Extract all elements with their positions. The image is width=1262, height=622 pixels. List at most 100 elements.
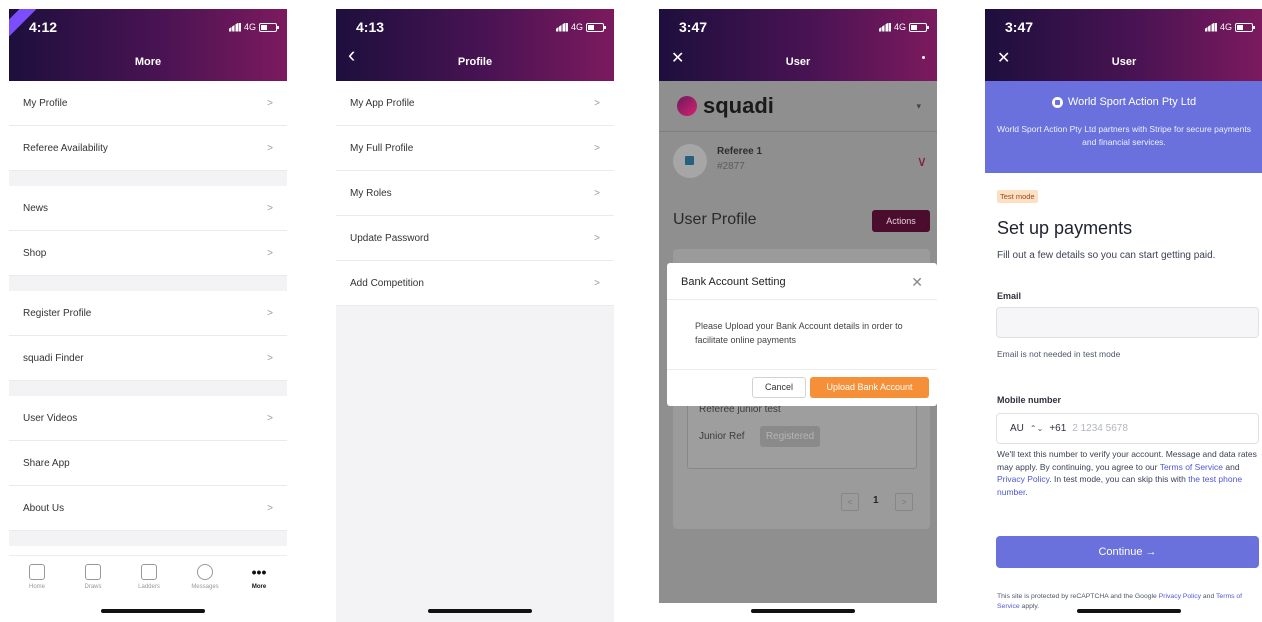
continue-button[interactable]: Continue →: [996, 536, 1259, 568]
setup-subheading: Fill out a few details so you can start …: [997, 250, 1216, 261]
email-field[interactable]: [996, 307, 1259, 338]
home-indicator: [1077, 609, 1181, 613]
section-divider: [9, 276, 287, 291]
mobile-number-field[interactable]: AU ⌃⌄ +61 2 1234 5678: [996, 413, 1259, 444]
notice-text: and: [1223, 461, 1240, 472]
bank-account-modal: Bank Account Setting ✕ Please Upload you…: [667, 263, 937, 406]
chevron-right-icon: >: [594, 277, 600, 289]
status-time: 3:47: [1005, 19, 1034, 35]
menu-item-label: squadi Finder: [23, 352, 84, 364]
menu-item-label: Update Password: [350, 232, 429, 244]
tab-draws[interactable]: Draws: [65, 564, 121, 590]
menu-item-my-profile[interactable]: My Profile >: [9, 81, 287, 126]
tab-home[interactable]: Home: [9, 564, 65, 590]
tab-label: More: [251, 584, 267, 590]
network-label: 4G: [570, 22, 583, 32]
menu-item-label: My Full Profile: [350, 142, 414, 154]
terms-link[interactable]: Terms of Service: [1160, 462, 1223, 472]
menu-item-squadi-finder[interactable]: squadi Finder >: [9, 336, 287, 381]
menu-item-update-password[interactable]: Update Password >: [336, 216, 614, 261]
squadi-logo: squadi: [677, 93, 774, 119]
avatar: [673, 144, 707, 178]
status-time: 4:13: [356, 19, 385, 35]
menu-item-my-full-profile[interactable]: My Full Profile >: [336, 126, 614, 171]
actions-button[interactable]: Actions: [872, 210, 930, 232]
menu-item-register-profile[interactable]: Register Profile >: [9, 291, 287, 336]
menu-item-share-app[interactable]: Share App: [9, 441, 287, 486]
network-label: 4G: [243, 22, 256, 32]
divider: [667, 369, 937, 370]
tab-more[interactable]: ••• More: [231, 564, 287, 590]
status-indicators: 4G: [555, 22, 606, 32]
notice-text: .: [1025, 486, 1028, 497]
business-name-text: World Sport Action Pty Ltd: [1067, 96, 1197, 108]
menu-item-label: Register Profile: [23, 307, 92, 319]
menu-item-label: Shop: [23, 247, 47, 259]
close-icon[interactable]: ✕: [911, 275, 923, 289]
test-mode-badge: Test mode: [997, 190, 1038, 203]
business-icon: [1051, 96, 1063, 108]
select-toggle-icon[interactable]: ⌃⌄: [1030, 424, 1043, 433]
role-label: Junior Ref: [699, 431, 745, 442]
chevron-down-icon[interactable]: ∨: [917, 153, 927, 170]
notice-text: apply.: [1019, 603, 1040, 610]
user-header: 3:47 4G ✕ User: [985, 9, 1262, 81]
next-page-button[interactable]: >: [895, 493, 913, 511]
chevron-right-icon: >: [267, 97, 273, 109]
phone-placeholder[interactable]: 2 1234 5678: [1072, 423, 1128, 434]
section-divider: [9, 381, 287, 396]
menu-item-label: My App Profile: [350, 97, 415, 109]
menu-item-referee-availability[interactable]: Referee Availability >: [9, 126, 287, 171]
upload-bank-account-button[interactable]: Upload Bank Account: [810, 377, 929, 398]
menu-dot-icon[interactable]: [922, 56, 925, 59]
divider: [667, 299, 937, 300]
referee-id: #2877: [717, 161, 745, 172]
menu-item-news[interactable]: News >: [9, 186, 287, 231]
menu-item-about-us[interactable]: About Us >: [9, 486, 287, 531]
notice-text: . In test mode, you can skip this with: [1049, 474, 1189, 484]
menu-item-add-competition[interactable]: Add Competition >: [336, 261, 614, 306]
page-number: 1: [873, 495, 879, 506]
email-label: Email: [997, 291, 1022, 301]
prev-page-button[interactable]: <: [841, 493, 859, 511]
payments-setup-screen: 3:47 4G ✕ User World Sport Action Pty Lt…: [985, 9, 1262, 622]
profile-menu: My App Profile > My Full Profile > My Role…: [336, 81, 614, 306]
more-menu: My Profile > Referee Availability > News > …: [9, 81, 287, 546]
dropdown-icon[interactable]: ▾: [916, 101, 921, 112]
cancel-button[interactable]: Cancel: [752, 377, 806, 398]
signal-icon: [878, 22, 891, 32]
home-icon: [29, 564, 45, 580]
tab-ladders[interactable]: Ladders: [121, 564, 177, 590]
banner-description: World Sport Action Pty Ltd partners with…: [996, 124, 1251, 147]
google-privacy-link[interactable]: Privacy Policy: [1159, 593, 1201, 600]
home-indicator: [428, 609, 532, 613]
chevron-right-icon: >: [594, 97, 600, 109]
user-header: 3:47 4G ✕ User: [659, 9, 937, 81]
home-indicator: [101, 609, 205, 613]
menu-item-label: Share App: [23, 457, 70, 469]
menu-item-user-videos[interactable]: User Videos >: [9, 396, 287, 441]
tab-label: Ladders: [138, 584, 160, 590]
profile-screen: 4:13 4G ‹ Profile My App Profile > My Ful…: [336, 9, 614, 622]
country-code-select[interactable]: AU: [1010, 423, 1024, 434]
status-indicators: 4G: [878, 22, 929, 32]
menu-item-label: User Videos: [23, 412, 78, 424]
network-label: 4G: [1219, 22, 1232, 32]
menu-item-label: News: [23, 202, 49, 214]
menu-item-my-app-profile[interactable]: My App Profile >: [336, 81, 614, 126]
menu-item-label: My Profile: [23, 97, 68, 109]
more-screen: 4:12 4G More My Profile > Referee Availab…: [9, 9, 287, 622]
user-screen: 3:47 4G ✕ User squadi ▾ Referee 1 #2877 …: [659, 9, 937, 622]
divider: [659, 131, 937, 132]
status-time: 4:12: [29, 19, 58, 35]
page-title: More: [134, 56, 162, 68]
menu-item-shop[interactable]: Shop >: [9, 231, 287, 276]
menu-item-my-roles[interactable]: My Roles >: [336, 171, 614, 216]
logo-text: squadi: [703, 93, 774, 118]
privacy-link[interactable]: Privacy Policy: [997, 474, 1049, 484]
chevron-right-icon: >: [267, 202, 273, 214]
mobile-label: Mobile number: [997, 395, 1062, 405]
tab-messages[interactable]: Messages: [177, 564, 233, 590]
chevron-right-icon: >: [267, 412, 273, 424]
modal-message: Please Upload your Bank Account details …: [695, 321, 903, 345]
